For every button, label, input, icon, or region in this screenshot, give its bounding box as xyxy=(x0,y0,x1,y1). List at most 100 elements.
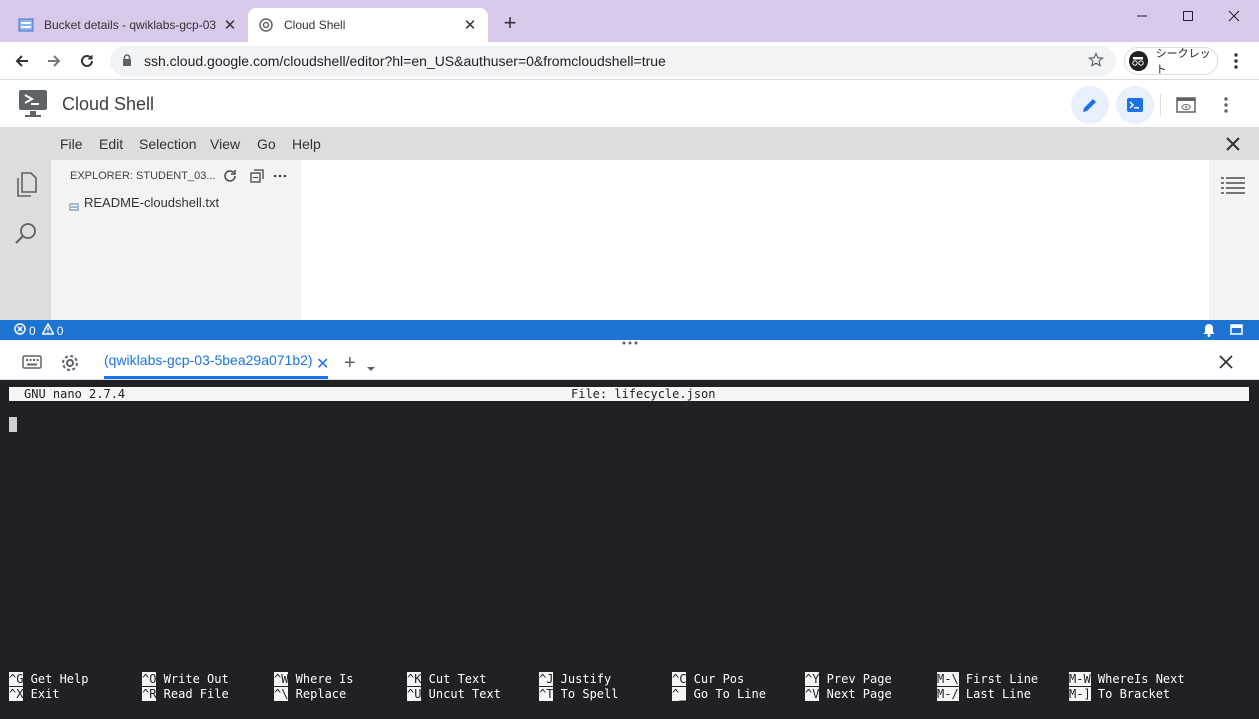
files-icon[interactable] xyxy=(14,172,38,201)
maximize-icon[interactable] xyxy=(1166,4,1210,28)
editor-menubar: File Edit Selection View Go Help xyxy=(0,128,1259,160)
menu-go[interactable]: Go xyxy=(257,136,276,152)
open-editor-button[interactable] xyxy=(1071,86,1109,124)
menu-help[interactable]: Help xyxy=(292,136,321,152)
bookmark-star-icon[interactable] xyxy=(1088,52,1104,71)
incognito-badge[interactable]: シークレット xyxy=(1124,47,1218,76)
forward-icon[interactable] xyxy=(42,49,66,73)
file-name: README-cloudshell.txt xyxy=(84,195,220,210)
header-divider xyxy=(1160,94,1161,116)
nano-shortcut: ^J Justify xyxy=(539,672,611,687)
nano-shortcut: ^K Cut Text xyxy=(407,672,486,687)
shortcut-label: Last Line xyxy=(958,687,1031,701)
settings-gear-icon[interactable] xyxy=(60,353,80,376)
close-tab-icon[interactable]: ✕ xyxy=(222,16,238,34)
open-terminal-button[interactable] xyxy=(1116,86,1154,124)
minimize-icon[interactable] xyxy=(1120,4,1164,28)
back-icon[interactable] xyxy=(10,49,34,73)
browser-menu-icon[interactable] xyxy=(1228,50,1244,72)
close-editor-icon[interactable] xyxy=(1224,135,1242,153)
nano-shortcut: ^\ Replace xyxy=(274,687,346,702)
storage-icon xyxy=(18,17,34,33)
window-close-icon[interactable] xyxy=(1212,4,1256,28)
shortcut-key: ^K xyxy=(407,672,422,686)
status-bar: 0 0 xyxy=(0,320,1259,340)
active-tab-indicator xyxy=(104,376,328,379)
shortcut-key: ^V xyxy=(805,687,820,701)
shortcut-key: M-\ xyxy=(937,672,959,686)
shortcut-label: Next Page xyxy=(819,687,892,701)
nano-shortcut: M-/ Last Line xyxy=(937,687,1031,702)
explorer-title: EXPLORER: STUDENT_03... xyxy=(70,170,216,182)
shortcut-key: ^Y xyxy=(805,672,820,686)
shortcut-key: ^_ xyxy=(672,687,687,701)
file-item[interactable]: README-cloudshell.txt xyxy=(69,195,220,211)
shortcut-label: Replace xyxy=(288,687,347,701)
text-cursor xyxy=(9,417,17,432)
url-text: ssh.cloud.google.com/cloudshell/editor?h… xyxy=(144,53,666,69)
chrome-icon xyxy=(258,17,274,33)
nano-shortcut: ^U Uncut Text xyxy=(407,687,501,702)
maximize-panel-icon[interactable] xyxy=(1230,324,1243,338)
menu-selection[interactable]: Selection xyxy=(139,136,197,152)
menu-edit[interactable]: Edit xyxy=(99,136,123,152)
error-icon xyxy=(14,323,26,338)
web-preview-button[interactable] xyxy=(1167,86,1205,124)
terminal-icon xyxy=(1127,98,1143,112)
add-terminal-icon[interactable]: + xyxy=(344,353,356,373)
terminal-screen[interactable]: GNU nano 2.7.4 File: lifecycle.json ^G G… xyxy=(0,380,1259,719)
shortcut-label: Get Help xyxy=(23,672,89,686)
shortcut-label: Read File xyxy=(156,687,229,701)
nano-shortcut: ^T To Spell xyxy=(539,687,618,702)
more-options-button[interactable] xyxy=(1207,86,1245,124)
search-icon[interactable] xyxy=(14,222,38,249)
close-terminal-tab-icon[interactable]: ✕ xyxy=(316,354,329,374)
activity-bar xyxy=(0,160,51,320)
shortcut-label: To Spell xyxy=(553,687,619,701)
shortcut-key: ^G xyxy=(9,672,24,686)
outline-panel xyxy=(1209,160,1259,320)
chevron-down-icon[interactable] xyxy=(366,360,376,375)
incognito-icon xyxy=(1129,51,1148,71)
tab-title: Cloud Shell xyxy=(284,18,346,32)
close-tab-icon[interactable]: ✕ xyxy=(462,16,478,34)
explorer-panel: EXPLORER: STUDENT_03... README-cloudshel… xyxy=(51,160,301,320)
shortcut-key: ^X xyxy=(9,687,24,701)
editor-area[interactable] xyxy=(301,160,1209,320)
shortcut-key: ^\ xyxy=(274,687,289,701)
new-tab-button[interactable]: + xyxy=(498,12,522,36)
web-preview-icon xyxy=(1176,97,1196,113)
url-field[interactable]: ssh.cloud.google.com/cloudshell/editor?h… xyxy=(110,46,1116,76)
shortcut-key: ^R xyxy=(142,687,157,701)
shortcut-key: ^J xyxy=(539,672,554,686)
keyboard-icon[interactable] xyxy=(22,355,42,372)
close-terminal-icon[interactable] xyxy=(1219,355,1233,372)
tab-cloud-shell[interactable]: Cloud Shell ✕ xyxy=(248,8,488,42)
shortcut-label: Cur Pos xyxy=(686,672,745,686)
reload-icon[interactable] xyxy=(75,49,99,73)
lock-icon xyxy=(122,53,132,69)
nano-header: GNU nano 2.7.4 File: lifecycle.json xyxy=(9,387,1249,401)
nano-shortcut: ^X Exit xyxy=(9,687,60,702)
terminal-tab-label[interactable]: (qwiklabs-gcp-03-5bea29a071b2) xyxy=(104,352,313,368)
shortcut-label: Prev Page xyxy=(819,672,892,686)
more-actions-icon[interactable] xyxy=(272,168,288,184)
nano-version: GNU nano 2.7.4 xyxy=(24,387,126,401)
collapse-all-icon[interactable] xyxy=(249,168,265,184)
shortcut-label: Go To Line xyxy=(686,687,766,701)
menu-view[interactable]: View xyxy=(210,136,240,152)
nano-shortcut: ^V Next Page xyxy=(805,687,892,702)
problems-indicator[interactable]: 0 0 xyxy=(14,322,63,338)
menu-file[interactable]: File xyxy=(60,136,83,152)
nano-shortcut: ^R Read File xyxy=(142,687,229,702)
app-title: Cloud Shell xyxy=(62,94,155,114)
nano-shortcut: ^_ Go To Line xyxy=(672,687,766,702)
shortcut-label: Write Out xyxy=(156,672,229,686)
shortcut-label: Exit xyxy=(23,687,60,701)
outline-list-icon[interactable] xyxy=(1221,176,1245,199)
warning-icon xyxy=(40,322,55,338)
cloud-shell-logo-icon xyxy=(18,89,50,119)
notifications-bell-icon[interactable] xyxy=(1203,323,1215,340)
refresh-icon[interactable] xyxy=(222,168,238,184)
tab-bucket-details[interactable]: Bucket details - qwiklabs-gcp-03 ✕ xyxy=(8,8,248,42)
